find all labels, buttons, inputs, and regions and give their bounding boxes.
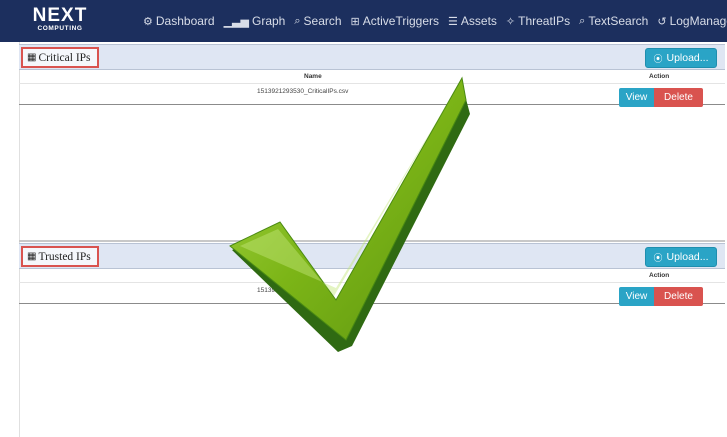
upload-button-label: Upload...: [666, 52, 709, 64]
search-icon: ⌕: [294, 14, 301, 27]
nav-item-label: Graph: [251, 14, 286, 28]
table-row: 151392 View Delete: [19, 282, 725, 306]
nav-menu: ⚙ Dashboard ▁▃▅ Graph ⌕ Search ⊞ ActiveT…: [143, 0, 727, 42]
upload-icon: ⦿: [653, 252, 663, 263]
panel-title: ▦ Critical IPs: [21, 47, 99, 68]
nav-item-threatips[interactable]: ✧ ThreatIPs: [506, 14, 570, 28]
nav-item-activetriggers[interactable]: ⊞ ActiveTriggers: [351, 14, 439, 28]
upload-button[interactable]: ⦿ Upload...: [645, 247, 717, 267]
panel-header: ▦ Critical IPs ⦿ Upload...: [19, 44, 725, 70]
upload-button-label: Upload...: [666, 251, 709, 263]
file-name: 1513921293530_CriticalIPs.csv: [257, 88, 349, 95]
table-header: Action: [19, 270, 725, 282]
top-navbar: NEXT COMPUTING ⚙ Dashboard ▁▃▅ Graph ⌕ S…: [0, 0, 727, 42]
logo-main-text: NEXT: [32, 5, 88, 26]
nav-item-label: LogManager: [669, 14, 727, 28]
panel-title: ▦ Trusted IPs: [21, 246, 99, 267]
nav-item-textsearch[interactable]: ⌕ TextSearch: [579, 14, 648, 28]
table-icon: ▦: [27, 251, 37, 262]
text-search-icon: ⌕: [579, 14, 586, 27]
graph-icon: ▁▃▅: [223, 15, 249, 28]
nav-item-label: Dashboard: [155, 14, 215, 28]
nav-item-logmanager[interactable]: ↺ LogManager: [657, 14, 727, 28]
triggers-icon: ⊞: [350, 15, 360, 28]
checkmark-shadow: [232, 84, 470, 352]
upload-button[interactable]: ⦿ Upload...: [645, 48, 717, 68]
dashboard-icon: ⚙: [143, 15, 153, 28]
logo-sub-text: COMPUTING: [37, 25, 83, 32]
panel-separator: [19, 240, 725, 242]
panel-header: ▦ Trusted IPs ⦿ Upload...: [19, 243, 725, 269]
table-icon: ▦: [27, 52, 37, 63]
nav-item-label: ThreatIPs: [518, 14, 571, 28]
nav-item-dashboard[interactable]: ⚙ Dashboard: [143, 14, 215, 28]
delete-button[interactable]: Delete: [654, 287, 703, 306]
nav-item-assets[interactable]: ☰ Assets: [448, 14, 497, 28]
file-name: 151392: [257, 287, 279, 294]
nav-item-label: TextSearch: [588, 14, 649, 28]
nav-item-label: Search: [303, 14, 342, 28]
list-icon: ☰: [448, 15, 458, 28]
table-header: Name Action: [19, 71, 725, 83]
view-button[interactable]: View: [619, 88, 654, 107]
delete-button[interactable]: Delete: [654, 88, 703, 107]
table-row: 1513921293530_CriticalIPs.csv View Delet…: [19, 83, 725, 107]
nav-item-search[interactable]: ⌕ Search: [294, 14, 341, 28]
panel-title-text: Trusted IPs: [38, 250, 91, 263]
column-header-action: Action: [649, 272, 670, 279]
nav-item-graph[interactable]: ▁▃▅ Graph: [224, 14, 286, 28]
view-button[interactable]: View: [619, 287, 654, 306]
nav-item-label: ActiveTriggers: [362, 14, 440, 28]
threat-icon: ✧: [505, 15, 516, 28]
column-header-action: Action: [649, 73, 670, 80]
column-header-name: Name: [304, 73, 322, 80]
history-icon: ↺: [657, 15, 667, 28]
upload-icon: ⦿: [653, 53, 663, 64]
app-logo[interactable]: NEXT COMPUTING: [30, 6, 90, 36]
panel-title-text: Critical IPs: [38, 51, 91, 64]
nav-item-label: Assets: [460, 14, 497, 28]
